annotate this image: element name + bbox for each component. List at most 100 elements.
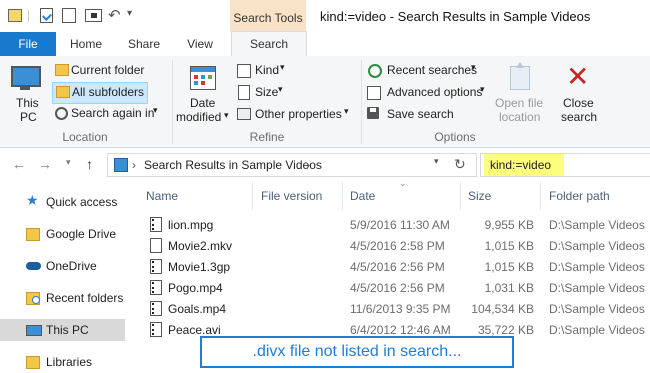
ribbon: This PC Current folder All subfolders Se…: [0, 56, 650, 148]
table-row[interactable]: Pogo.mp4 4/5/2016 2:56 PM 1,031 KB D:\Sa…: [140, 277, 650, 298]
file-size: 1,031 KB: [484, 281, 534, 295]
column-header-folder-path[interactable]: Folder path: [549, 189, 610, 203]
new-document-icon[interactable]: [62, 8, 76, 23]
search-results-folder-icon: [114, 158, 128, 172]
size-icon: [238, 85, 250, 100]
sort-descending-icon: ⌄: [399, 178, 407, 188]
file-date: 4/5/2016 2:56 PM: [350, 260, 445, 274]
advanced-options-label: Advanced options: [387, 85, 483, 99]
nav-item-label: This PC: [46, 323, 89, 337]
refine-group-label: Refine: [249, 130, 285, 144]
search-input[interactable]: kind:=video: [490, 158, 551, 172]
advanced-options-button[interactable]: Advanced options ▾: [366, 83, 490, 103]
nav-item-label: Quick access: [46, 195, 118, 209]
date-modified-button[interactable]: Date modified ▾: [176, 60, 232, 128]
search-again-in-label: Search again in: [71, 106, 155, 120]
kind-icon: [237, 64, 251, 78]
search-folder-icon: [55, 107, 68, 120]
search-box[interactable]: kind:=video: [480, 153, 650, 177]
refresh-icon[interactable]: ↻: [454, 156, 466, 173]
address-bar[interactable]: › Search Results in Sample Videos › ▾ ↻: [107, 153, 477, 177]
table-row[interactable]: lion.mpg 5/9/2016 11:30 AM 9,955 KB D:\S…: [140, 214, 650, 235]
nav-item-quick-access[interactable]: ★ Quick access: [0, 191, 125, 213]
pc-stand: [20, 87, 30, 90]
this-pc-button[interactable]: This PC: [6, 60, 46, 128]
forward-arrow-icon[interactable]: →: [38, 156, 52, 172]
tab-file[interactable]: File: [0, 32, 56, 56]
nav-item-label: Libraries: [46, 355, 93, 369]
rename-icon[interactable]: [85, 9, 102, 22]
back-arrow-icon[interactable]: ←: [12, 156, 26, 172]
file-date: 5/9/2016 11:30 AM: [350, 218, 450, 232]
advanced-options-icon: [367, 86, 381, 100]
nav-item-google-drive[interactable]: Google Drive: [0, 223, 125, 245]
close-search-label-line1: Close: [563, 96, 594, 110]
customize-quick-access-icon[interactable]: ▾: [127, 8, 132, 19]
save-search-button[interactable]: Save search: [366, 105, 458, 125]
table-row[interactable]: Movie1.3gp 4/5/2016 2:56 PM 1,015 KB D:\…: [140, 256, 650, 277]
breadcrumb[interactable]: Search Results in Sample Videos: [144, 158, 322, 172]
nav-item-label: Recent folders: [46, 291, 124, 305]
kind-label: Kind: [255, 63, 280, 77]
folder-icon: [55, 64, 69, 76]
nav-item-this-pc[interactable]: This PC: [0, 319, 125, 341]
file-date: 4/5/2016 2:58 PM: [350, 239, 445, 253]
this-pc-label-line2: PC: [20, 110, 37, 124]
column-divider[interactable]: [342, 182, 343, 210]
properties-icon[interactable]: [40, 8, 53, 23]
table-row[interactable]: Goals.mp4 11/6/2013 9:35 PM 104,534 KB D…: [140, 298, 650, 319]
kind-button[interactable]: Kind ▾: [236, 61, 290, 81]
column-divider[interactable]: [540, 182, 541, 210]
date-modified-label-line1: Date: [190, 96, 216, 110]
star-icon: ★: [26, 192, 39, 208]
recent-folders-icon: [26, 292, 40, 305]
column-header-name[interactable]: Name: [146, 189, 178, 203]
undo-icon[interactable]: ↶: [108, 6, 121, 24]
column-header-file-version[interactable]: File version: [261, 189, 322, 203]
options-group-label: Options: [434, 130, 476, 144]
nav-item-onedrive[interactable]: OneDrive: [0, 255, 125, 277]
pc-icon: [26, 325, 42, 336]
size-button[interactable]: Size ▾: [236, 83, 290, 103]
open-file-location-button: Open file location: [492, 60, 552, 128]
up-arrow-icon[interactable]: ↑: [86, 156, 93, 172]
save-search-label: Save search: [387, 107, 454, 121]
calendar-icon: [190, 66, 216, 90]
recent-searches-icon: [368, 64, 382, 78]
cloud-icon: [26, 262, 41, 270]
chevron-down-icon: ▾: [344, 106, 349, 116]
close-search-label-line2: search: [561, 110, 598, 124]
recent-locations-chevron-icon[interactable]: ▾: [66, 157, 71, 168]
chevron-down-icon: ▾: [224, 110, 229, 120]
table-row[interactable]: Movie2.mkv 4/5/2016 2:58 PM 1,015 KB D:\…: [140, 235, 650, 256]
this-pc-label-line1: This: [16, 96, 39, 110]
video-file-icon: [150, 280, 162, 295]
close-search-button[interactable]: ✕ Close search: [556, 60, 600, 128]
tab-share[interactable]: Share: [120, 32, 168, 56]
recent-searches-button[interactable]: Recent searches ▾: [366, 61, 482, 81]
other-properties-button[interactable]: Other properties ▾: [236, 105, 354, 125]
chevron-down-icon: ▾: [153, 105, 158, 115]
file-name: Pogo.mp4: [168, 281, 223, 295]
divider: [28, 10, 29, 22]
tab-search[interactable]: Search: [231, 31, 307, 57]
column-divider[interactable]: [252, 182, 253, 210]
chevron-down-icon: ▾: [278, 84, 283, 94]
tab-view[interactable]: View: [178, 32, 222, 56]
all-subfolders-button[interactable]: All subfolders: [52, 82, 148, 104]
close-icon: ✕: [566, 61, 590, 92]
current-folder-button[interactable]: Current folder: [52, 61, 148, 81]
column-divider[interactable]: [460, 182, 461, 210]
open-file-location-label-line2: location: [499, 110, 541, 124]
nav-item-recent-folders[interactable]: Recent folders: [0, 287, 125, 309]
file-date: 4/5/2016 2:56 PM: [350, 281, 445, 295]
search-again-in-button[interactable]: Search again in ▾: [52, 104, 162, 124]
column-header-size[interactable]: Size: [468, 189, 491, 203]
column-header-date[interactable]: Date: [350, 189, 375, 203]
video-file-icon: [150, 259, 162, 274]
tab-home[interactable]: Home: [62, 32, 110, 56]
nav-item-libraries[interactable]: Libraries: [0, 351, 125, 373]
date-modified-label-line2: modified: [176, 110, 222, 124]
navigation-pane: ★ Quick access Google Drive OneDrive Rec…: [0, 180, 128, 369]
address-dropdown-chevron-icon[interactable]: ▾: [434, 156, 439, 167]
